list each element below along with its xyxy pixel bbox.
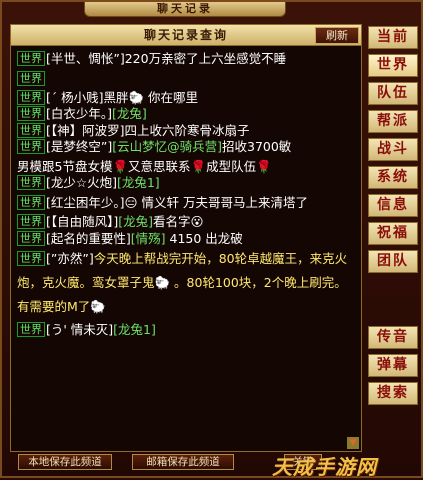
message-row: 世界 [”亦然”]今天晚上帮战完开始，80轮卓越魔王，来克火炮，克火魔。鸾女罩子鬼… xyxy=(17,247,357,319)
guild-tag[interactable]: [云山梦忆@骑兵营] xyxy=(112,139,222,154)
guild-tag[interactable]: [龙兔] xyxy=(118,214,153,229)
channel-badge[interactable]: 世界 xyxy=(17,214,45,229)
channel-badge[interactable]: 世界 xyxy=(17,322,45,337)
chat-log-panel: 聊天记录查询 刷新 世界 [半世、惆怅”]220万亲密了上六坐感觉不睡 世界 世界… xyxy=(10,24,362,452)
extra-tools: 传音 弹幕 搜索 xyxy=(368,326,418,410)
channel-badge[interactable]: 世界 xyxy=(17,230,45,246)
player-name[interactable]: [う' 情未灭] xyxy=(46,322,113,337)
player-name[interactable]: [是梦终空”] xyxy=(46,139,112,154)
player-name[interactable]: [白衣少年。] xyxy=(46,106,112,121)
channel-badge[interactable]: 世界 xyxy=(17,175,45,190)
message-row: 男模跟5节盘女模🌹又意思联系🌹成型队伍🌹 xyxy=(17,159,357,176)
channel-badge[interactable]: 世界 xyxy=(17,51,45,66)
message-text: 招收3700敏 xyxy=(222,139,292,154)
channel-badge[interactable]: 世界 xyxy=(17,122,45,138)
refresh-button[interactable]: 刷新 xyxy=(315,27,359,44)
message-row: 世界 [【自由随风】][龙兔]看名字😮 xyxy=(17,214,357,231)
channel-tab-group[interactable]: 团队 xyxy=(368,250,418,273)
message-row: 世界 [红尘困年少。]😑 情义轩 万夫哥哥马上来清塔了 xyxy=(17,194,357,212)
channel-tab-blessing[interactable]: 祝福 xyxy=(368,222,418,245)
guild-tag[interactable]: [情殇] xyxy=(131,231,166,246)
watermark-logo: 天成手游网 xyxy=(272,455,377,479)
message-row: 世界 [半世、惆怅”]220万亲密了上六坐感觉不睡 xyxy=(17,51,357,68)
channel-badge[interactable]: 世界 xyxy=(17,139,45,154)
guild-tag[interactable]: [龙兔] xyxy=(112,106,147,121)
channel-badge[interactable]: 世界 xyxy=(17,70,45,86)
scroll-down-icon[interactable]: ▼ xyxy=(347,437,359,449)
message-text: [ˊ 杨小贱]黑胖🐑 你在哪里 xyxy=(46,89,199,105)
player-name[interactable]: [”亦然”] xyxy=(46,251,94,266)
barrage-button[interactable]: 弹幕 xyxy=(368,354,418,377)
message-row: 世界 [【神】阿波罗]四上收六阶寒骨冰扇子 xyxy=(17,122,357,140)
whisper-button[interactable]: 传音 xyxy=(368,326,418,349)
panel-title: 聊天记录查询 xyxy=(143,28,228,42)
guild-tag[interactable]: [龙兔1] xyxy=(113,322,156,337)
guild-tag[interactable]: [龙兔1] xyxy=(117,175,160,190)
search-button[interactable]: 搜索 xyxy=(368,382,418,405)
channel-tab-battle[interactable]: 战斗 xyxy=(368,138,418,161)
message-row: 世界 [起名的重要性][情殇] 4150 出龙破 xyxy=(17,230,357,248)
channel-tab-info[interactable]: 信息 xyxy=(368,194,418,217)
message-list[interactable]: 世界 [半世、惆怅”]220万亲密了上六坐感觉不睡 世界 世界 [ˊ 杨小贱]黑胖🐑… xyxy=(17,51,357,447)
chat-window: 聊天记录 聊天记录查询 刷新 世界 [半世、惆怅”]220万亲密了上六坐感觉不睡 … xyxy=(0,0,423,479)
channel-tab-system[interactable]: 系统 xyxy=(368,166,418,189)
channel-tab-current[interactable]: 当前 xyxy=(368,26,418,49)
message-text: 男模跟5节盘女模🌹又意思联系🌹成型队伍🌹 xyxy=(17,158,272,174)
message-row: 世界 [龙少☆火炮][龙兔1] xyxy=(17,175,357,192)
message-text: [半世、惆怅”]220万亲密了上六坐感觉不睡 xyxy=(46,51,287,66)
message-text: 看名字😮 xyxy=(153,214,204,229)
channel-sidebar: 当前 世界 队伍 帮派 战斗 系统 信息 祝福 团队 传音 弹幕 搜索 xyxy=(368,26,418,405)
message-row: 世界 [是梦终空”][云山梦忆@骑兵营]招收3700敏 xyxy=(17,139,357,156)
channel-badge[interactable]: 世界 xyxy=(17,194,45,210)
channel-tab-team[interactable]: 队伍 xyxy=(368,82,418,105)
channel-badge[interactable]: 世界 xyxy=(17,89,45,105)
channel-tab-guild[interactable]: 帮派 xyxy=(368,110,418,133)
player-name[interactable]: [起名的重要性] xyxy=(46,231,131,246)
player-name[interactable]: [【自由随风】] xyxy=(46,214,118,229)
player-name[interactable]: [龙少☆火炮] xyxy=(46,175,117,190)
message-text: [红尘困年少。]😑 情义轩 万夫哥哥马上来清塔了 xyxy=(46,194,308,210)
message-row: 世界 [白衣少年。][龙兔] xyxy=(17,106,357,123)
panel-header: 聊天记录查询 刷新 xyxy=(11,25,361,46)
message-text: 4150 出龙破 xyxy=(165,230,243,246)
save-email-button[interactable]: 邮箱保存此频道 xyxy=(132,454,234,470)
message-row: 世界 [う' 情未灭][龙兔1] xyxy=(17,322,357,339)
message-row: 世界 [ˊ 杨小贱]黑胖🐑 你在哪里 xyxy=(17,89,357,107)
save-local-button[interactable]: 本地保存此频道 xyxy=(18,454,112,470)
window-title: 聊天记录 xyxy=(84,2,286,17)
message-text: [【神】阿波罗]四上收六阶寒骨冰扇子 xyxy=(46,122,250,138)
channel-tab-world[interactable]: 世界 xyxy=(368,54,418,77)
channel-badge[interactable]: 世界 xyxy=(17,106,45,121)
channel-badge[interactable]: 世界 xyxy=(17,251,45,266)
message-row: 世界 xyxy=(17,70,357,87)
